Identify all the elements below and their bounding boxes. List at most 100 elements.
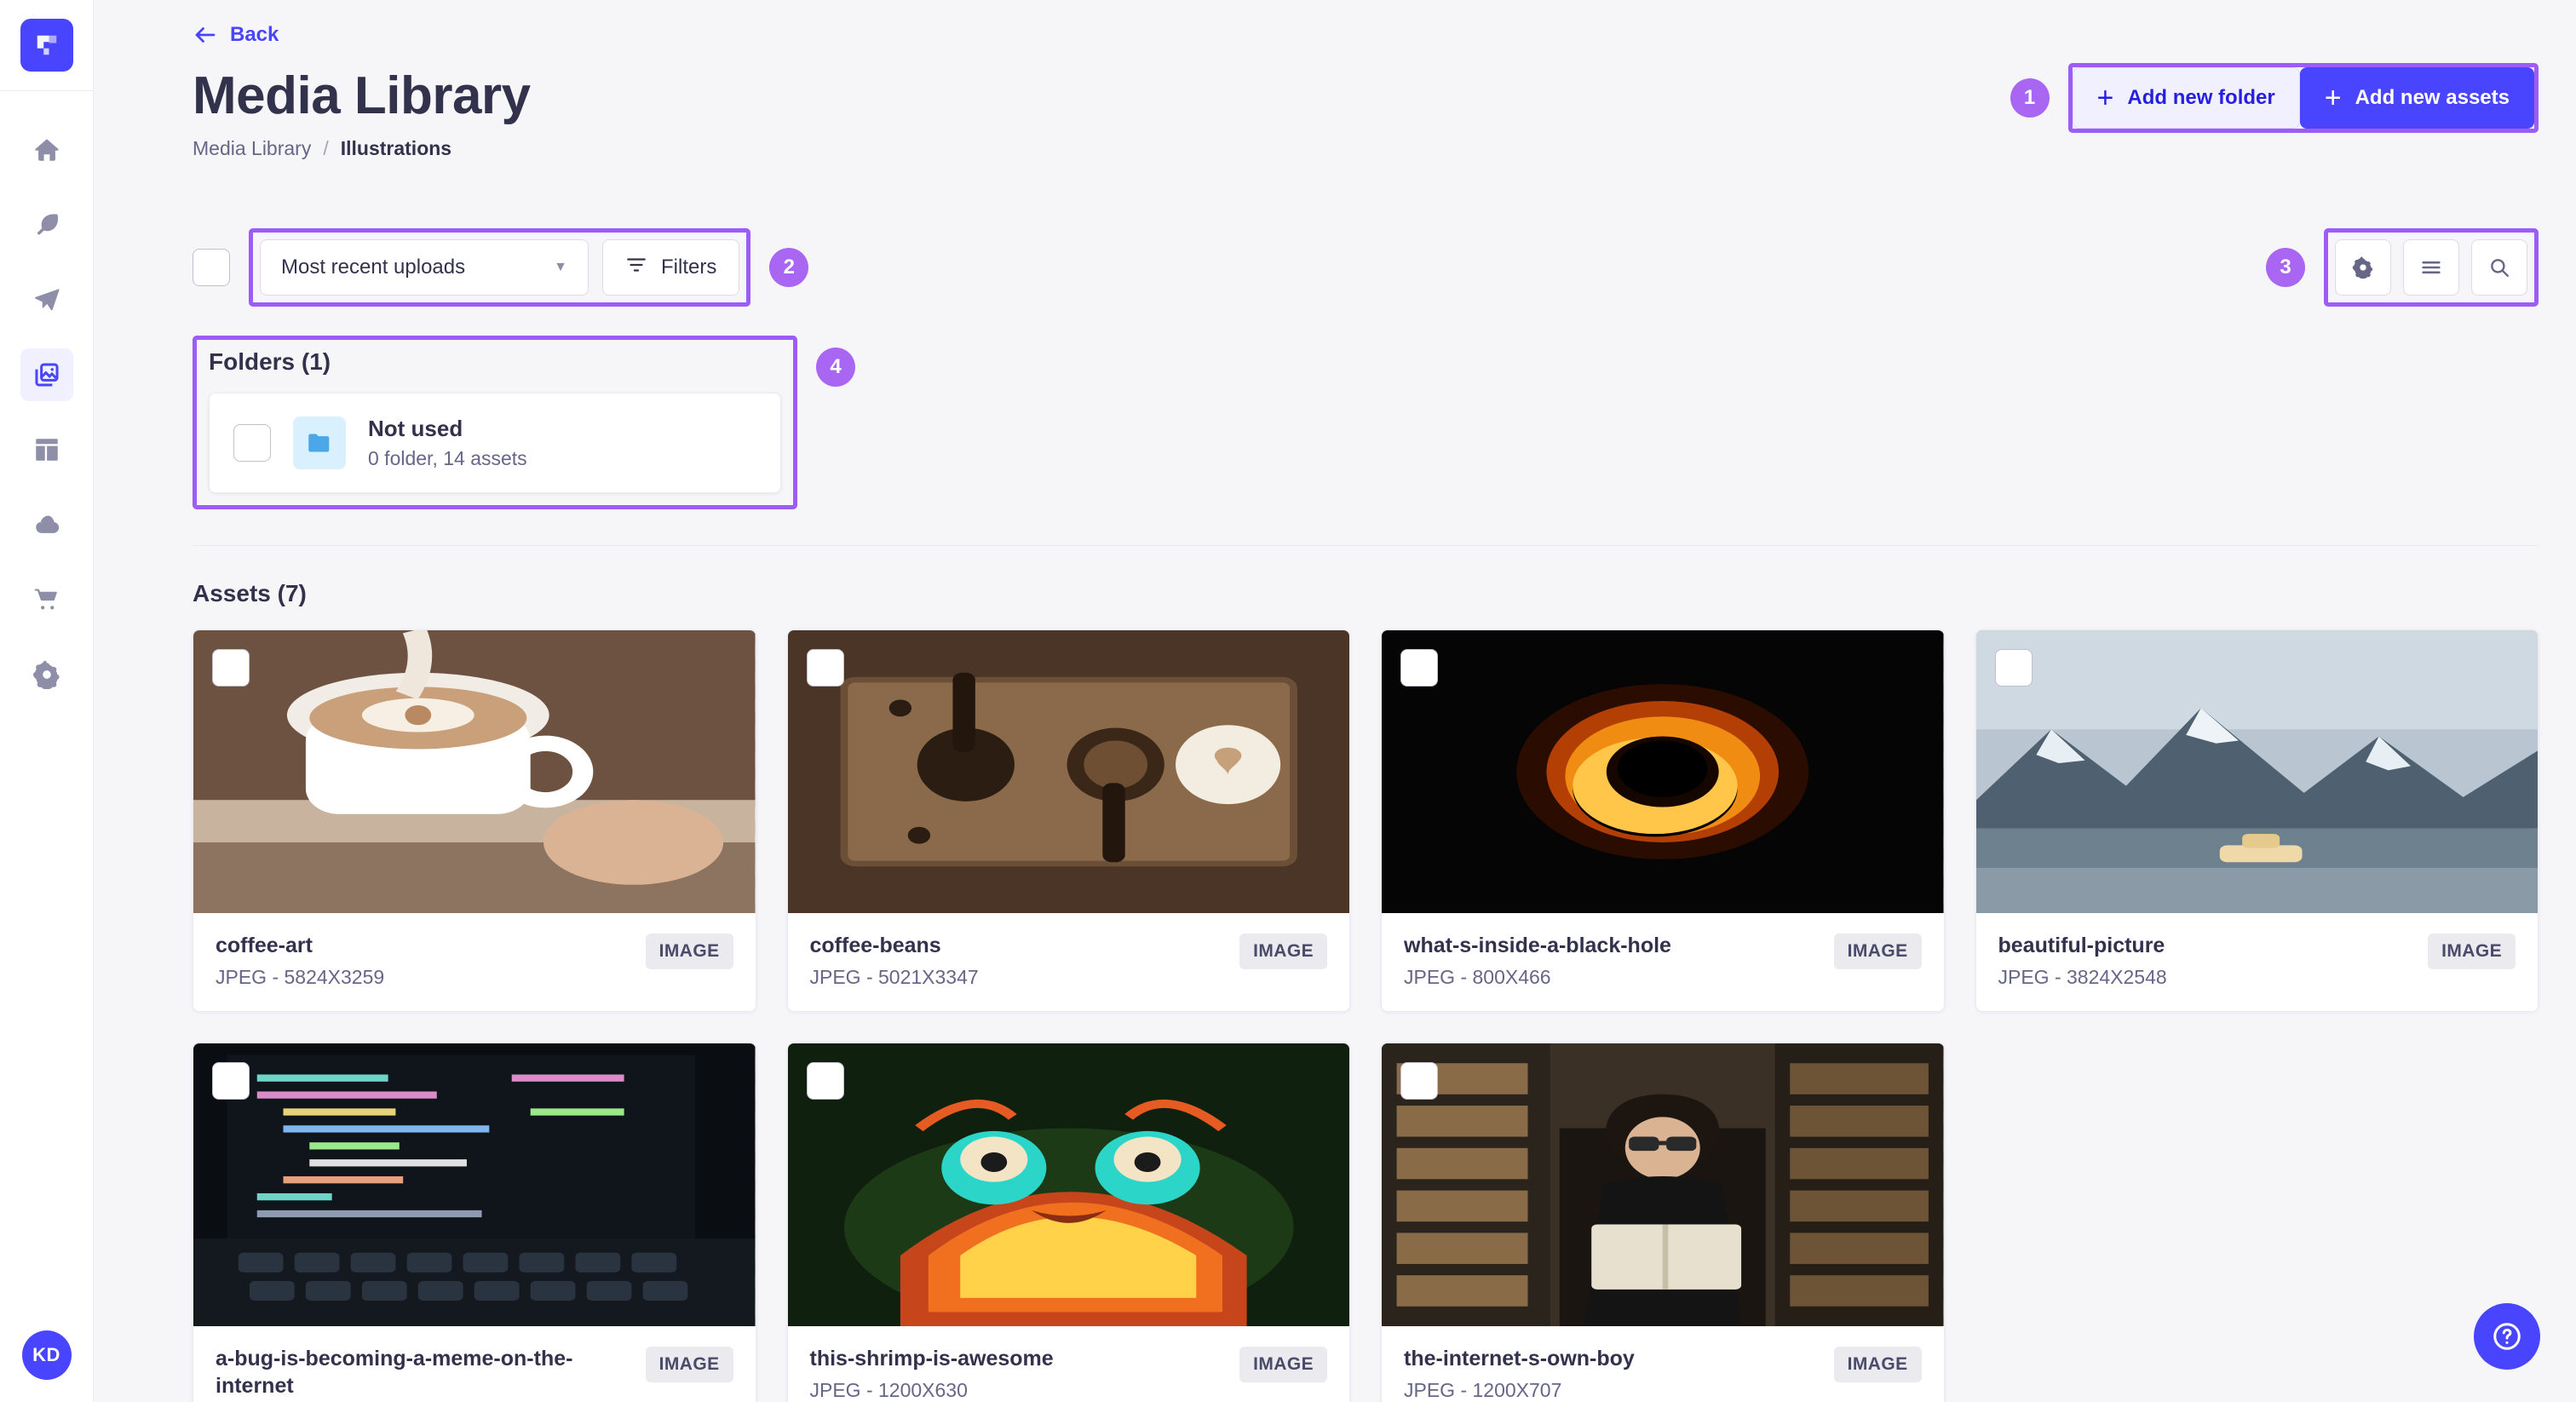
page-title: Media Library bbox=[193, 66, 531, 125]
settings-gear-button[interactable] bbox=[2335, 239, 2391, 296]
asset-meta-text: JPEG - 3824X2548 bbox=[1998, 966, 2167, 989]
breadcrumb-separator: / bbox=[323, 137, 329, 160]
plus-icon: + bbox=[2096, 82, 2114, 114]
header-actions-highlight: + Add new folder + Add new assets bbox=[2067, 63, 2539, 133]
breadcrumb: Media Library / Illustrations bbox=[193, 137, 531, 160]
back-button[interactable]: Back bbox=[193, 0, 531, 48]
chevron-down-icon: ▼ bbox=[554, 260, 567, 275]
asset-name: what-s-inside-a-black-hole bbox=[1404, 934, 1671, 958]
asset-meta: a-bug-is-becoming-a-meme-on-the-internet… bbox=[193, 1326, 756, 1402]
code-laptop-image bbox=[193, 1043, 756, 1327]
assets-section-title: Assets (7) bbox=[193, 580, 307, 607]
header-actions: 1 + Add new folder + Add new assets bbox=[2010, 63, 2539, 133]
asset-type-badge: IMAGE bbox=[1239, 1347, 1327, 1383]
asset-thumbnail bbox=[193, 630, 756, 914]
folder-icon bbox=[293, 417, 346, 470]
asset-card[interactable]: a-bug-is-becoming-a-meme-on-the-internet… bbox=[193, 1043, 756, 1402]
view-controls-highlight bbox=[2324, 228, 2539, 307]
asset-text: a-bug-is-becoming-a-meme-on-the-internet bbox=[216, 1345, 630, 1402]
asset-type-badge: IMAGE bbox=[1239, 934, 1327, 970]
folders-section-title: Folders (1) bbox=[209, 348, 331, 376]
asset-checkbox[interactable] bbox=[806, 1062, 844, 1100]
list-view-button[interactable] bbox=[2403, 239, 2459, 296]
asset-card[interactable]: coffee-art JPEG - 5824X3259 IMAGE bbox=[193, 629, 756, 1013]
sidebar-item-home[interactable] bbox=[20, 124, 73, 176]
asset-type-badge: IMAGE bbox=[2428, 934, 2516, 970]
strapi-logo-icon[interactable] bbox=[20, 19, 73, 72]
asset-meta: beautiful-picture JPEG - 3824X2548 IMAGE bbox=[1976, 913, 2539, 1011]
asset-name: this-shrimp-is-awesome bbox=[809, 1347, 1054, 1371]
add-new-assets-button[interactable]: + Add new assets bbox=[2299, 67, 2534, 129]
folder-subtitle: 0 folder, 14 assets bbox=[368, 447, 527, 470]
asset-card[interactable]: beautiful-picture JPEG - 3824X2548 IMAGE bbox=[1975, 629, 2539, 1013]
folder-checkbox[interactable] bbox=[233, 424, 271, 463]
sidebar-item-cloud[interactable] bbox=[20, 498, 73, 551]
sort-select-value: Most recent uploads bbox=[281, 256, 466, 279]
asset-text: coffee-art JPEG - 5824X3259 bbox=[216, 932, 630, 989]
folder-card[interactable]: Not used 0 folder, 14 assets bbox=[209, 393, 781, 494]
asset-card[interactable]: what-s-inside-a-black-hole JPEG - 800X46… bbox=[1381, 629, 1945, 1013]
asset-text: what-s-inside-a-black-hole JPEG - 800X46… bbox=[1404, 932, 1819, 989]
section-divider bbox=[193, 545, 2539, 547]
asset-thumbnail bbox=[1382, 1043, 1944, 1327]
select-all-checkbox[interactable] bbox=[193, 249, 230, 287]
asset-checkbox[interactable] bbox=[1400, 1062, 1438, 1100]
asset-thumbnail bbox=[787, 1043, 1349, 1327]
add-new-assets-label: Add new assets bbox=[2355, 86, 2510, 109]
filters-label: Filters bbox=[661, 256, 717, 279]
annotation-badge-1: 1 bbox=[2010, 78, 2050, 118]
breadcrumb-root[interactable]: Media Library bbox=[193, 137, 311, 160]
asset-name: a-bug-is-becoming-a-meme-on-the-internet bbox=[216, 1347, 573, 1399]
sidebar-item-deploy[interactable] bbox=[20, 273, 73, 326]
sidebar-item-content-type-builder[interactable] bbox=[20, 423, 73, 476]
asset-meta: what-s-inside-a-black-hole JPEG - 800X46… bbox=[1382, 913, 1944, 1011]
asset-meta: coffee-art JPEG - 5824X3259 IMAGE bbox=[193, 913, 756, 1011]
asset-meta-text: JPEG - 1200X707 bbox=[1404, 1379, 1562, 1402]
sidebar-item-settings[interactable] bbox=[20, 648, 73, 701]
asset-checkbox[interactable] bbox=[212, 1062, 250, 1100]
sort-select[interactable]: Most recent uploads ▼ bbox=[260, 239, 589, 296]
sidebar-divider bbox=[0, 90, 94, 91]
asset-type-badge: IMAGE bbox=[1833, 1347, 1922, 1383]
main-content: Back Media Library Media Library / Illus… bbox=[94, 0, 2576, 1402]
asset-checkbox[interactable] bbox=[1994, 649, 2033, 687]
asset-name: beautiful-picture bbox=[1998, 934, 2165, 958]
search-button[interactable] bbox=[2471, 239, 2527, 296]
toolbar-right: 3 bbox=[2266, 228, 2539, 307]
help-button[interactable] bbox=[2474, 1303, 2540, 1370]
asset-thumbnail bbox=[193, 1043, 756, 1327]
asset-meta-text: JPEG - 800X466 bbox=[1404, 966, 1551, 989]
view-controls bbox=[2328, 233, 2534, 302]
annotation-badge-3: 3 bbox=[2266, 248, 2305, 288]
folders-section: Folders (1) Not used 0 folder, 14 assets bbox=[193, 336, 2539, 510]
asset-card[interactable]: the-internet-s-own-boy JPEG - 1200X707 I… bbox=[1381, 1043, 1945, 1402]
asset-card[interactable]: coffee-beans JPEG - 5021X3347 IMAGE bbox=[786, 629, 1350, 1013]
shrimp-image bbox=[787, 1043, 1349, 1327]
asset-checkbox[interactable] bbox=[212, 649, 250, 687]
arrow-left-icon bbox=[193, 22, 218, 48]
mountains-image bbox=[1975, 630, 2538, 914]
library-man-image bbox=[1382, 1043, 1944, 1327]
asset-checkbox[interactable] bbox=[806, 649, 844, 687]
black-hole-image bbox=[1382, 630, 1944, 914]
toolbar-left: Most recent uploads ▼ Filters 2 bbox=[193, 228, 809, 307]
asset-meta: the-internet-s-own-boy JPEG - 1200X707 I… bbox=[1382, 1326, 1944, 1402]
annotation-badge-2: 2 bbox=[769, 248, 809, 288]
sidebar-item-marketplace[interactable] bbox=[20, 573, 73, 626]
asset-thumbnail bbox=[1975, 630, 2538, 914]
sidebar-item-content-manager[interactable] bbox=[20, 198, 73, 251]
asset-text: this-shrimp-is-awesome JPEG - 1200X630 bbox=[810, 1345, 1225, 1402]
filter-icon bbox=[625, 254, 647, 282]
asset-card[interactable]: this-shrimp-is-awesome JPEG - 1200X630 I… bbox=[786, 1043, 1350, 1402]
add-new-folder-button[interactable]: + Add new folder bbox=[2072, 67, 2300, 129]
asset-checkbox[interactable] bbox=[1400, 649, 1438, 687]
asset-meta-text: JPEG - 1200X630 bbox=[809, 1379, 968, 1402]
asset-type-badge: IMAGE bbox=[645, 934, 733, 970]
filters-button[interactable]: Filters bbox=[602, 239, 740, 296]
asset-text: beautiful-picture JPEG - 3824X2548 bbox=[1998, 932, 2413, 989]
avatar[interactable]: KD bbox=[21, 1330, 72, 1380]
folders-box: Folders (1) Not used 0 folder, 14 assets bbox=[197, 340, 793, 505]
sidebar-item-media-library[interactable] bbox=[20, 348, 73, 401]
plus-icon: + bbox=[2324, 82, 2342, 114]
coffee-beans-image bbox=[787, 630, 1349, 914]
